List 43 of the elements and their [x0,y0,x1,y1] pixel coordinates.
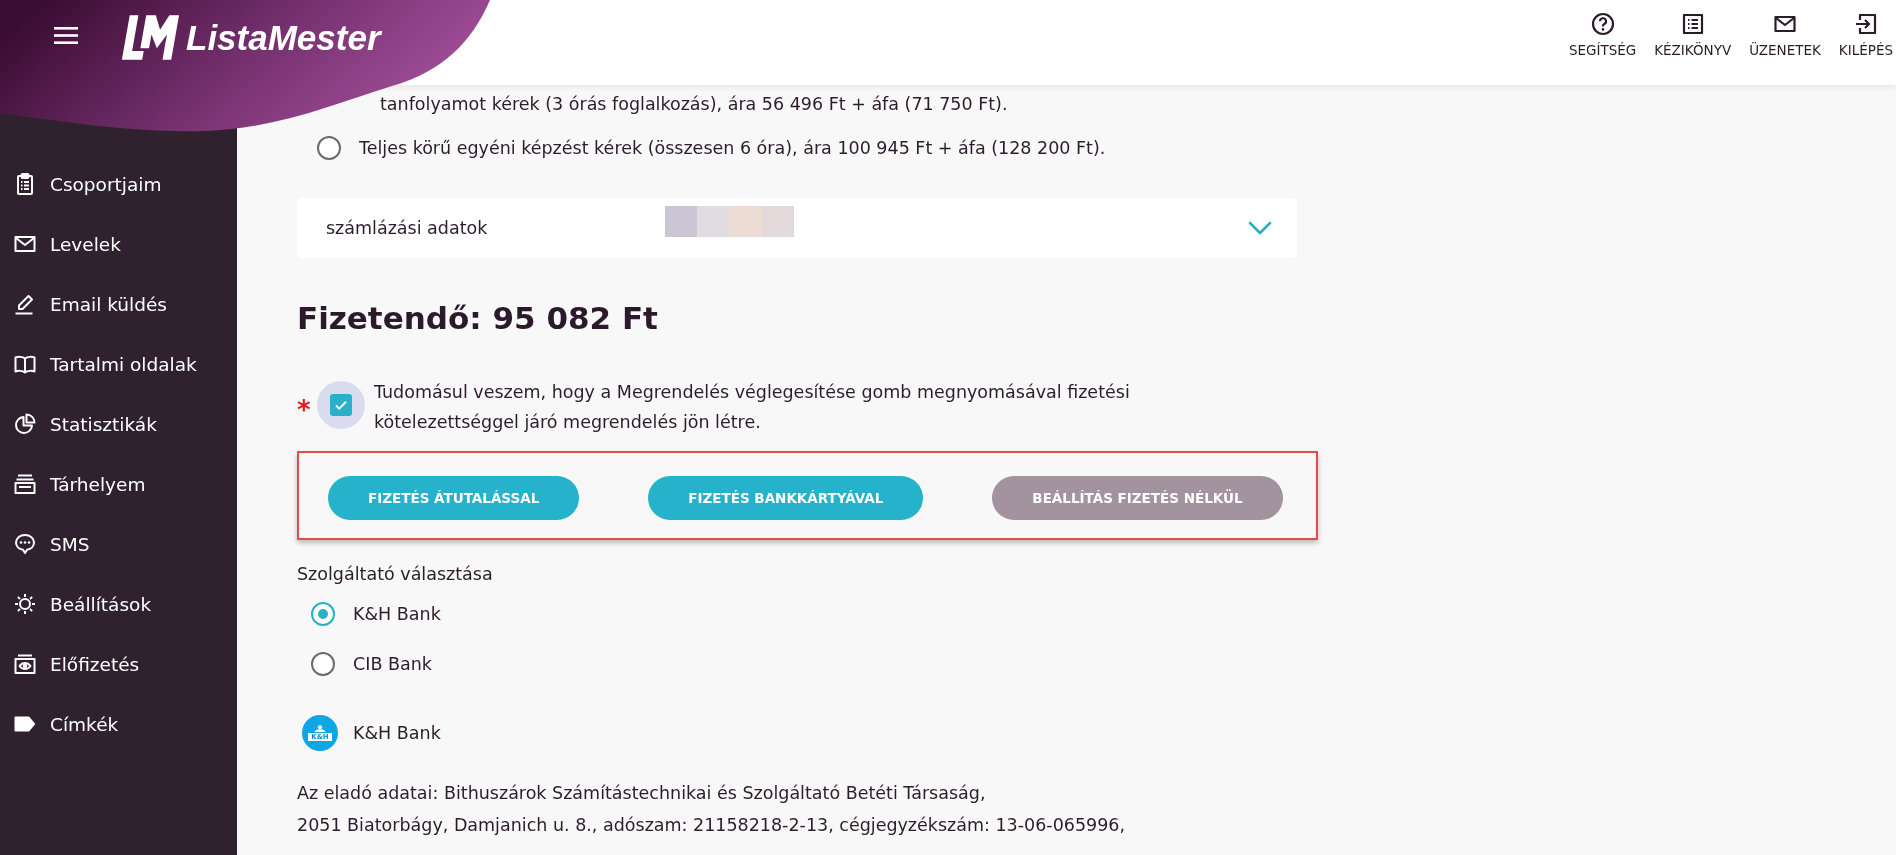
sidebar-item[interactable]: Email küldés [0,274,237,334]
exit-icon [1853,12,1878,36]
sidebar-item[interactable]: SMS [0,514,237,574]
brand-name: ListaMester [186,17,381,58]
option-label: Teljes körű egyéni képzést kérek (összesen 6 óra), ára 100 945 Ft + áfa (128 200 Ft). [359,138,1106,158]
logo-icon [122,15,180,60]
sidebar-item[interactable]: Címkék [0,694,237,754]
option-label: K&H Bank [353,604,441,624]
radio-button[interactable] [317,136,341,160]
messages-button[interactable]: ÜZENETEK [1749,0,1821,85]
option-label: CIB Bank [353,654,432,674]
seller-info: Az eladó adatai: Bithuszárok Számítástechnikai és Szolgáltató Betéti Társaság, 2051 Biatorbágy, Damjanich u. 8., adószam: 21158218-2-13, cégjegyzékszám: 13-06-065996, [297,782,1126,837]
pie-chart-icon [13,412,37,436]
help-icon [1590,12,1615,36]
chevron-icon[interactable] [1248,221,1272,235]
logout-button[interactable]: KILÉPÉS [1838,0,1893,85]
sidebar-item[interactable]: Csoportjaim [0,154,237,214]
manual-button[interactable]: KÉZIKÖNYV [1654,0,1732,85]
sidebar-item[interactable]: Előfizetés [0,634,237,694]
help-button[interactable]: SEGÍTSÉG [1568,0,1637,85]
sidebar-item[interactable]: Beállítások [0,574,237,634]
person-icon [313,725,327,732]
chat-bubble-icon [13,532,37,556]
required-mark: * [297,395,312,425]
consent-checkbox[interactable] [317,381,365,429]
sidebar-item[interactable]: Tartalmi oldalak [0,334,237,394]
banknote-icon [13,652,37,676]
billing-panel[interactable]: számlázási adatok [297,198,1297,258]
bank-name: K&H Bank [353,723,441,743]
billing-label: számlázási adatok [326,218,489,238]
tray-icon [13,472,37,496]
consent-text: Tudomásul veszem, hogy a Megrendelés véglegesítése gomb megnyomásával fizetési kötelezettséggel járó megrendelés jön létre. [374,381,1131,434]
menu-icon[interactable] [54,27,78,44]
sidebar-item[interactable]: Statisztikák [0,394,237,454]
radio-button[interactable] [311,602,335,626]
sidebar-item[interactable]: Tárhelyem [0,454,237,514]
list-icon [1680,12,1705,36]
gear-icon [13,592,37,616]
sidebar-item[interactable]: Levelek [0,214,237,274]
radio-button[interactable] [311,652,335,676]
option-text: tanfolyamot kérek (3 órás foglalkozás), ára 56 496 Ft + áfa (71 750 Ft). [380,93,1008,116]
total-amount: Fizetendő: 95 082 Ft [297,299,658,338]
provider-label: Szolgáltató választása [297,563,493,586]
